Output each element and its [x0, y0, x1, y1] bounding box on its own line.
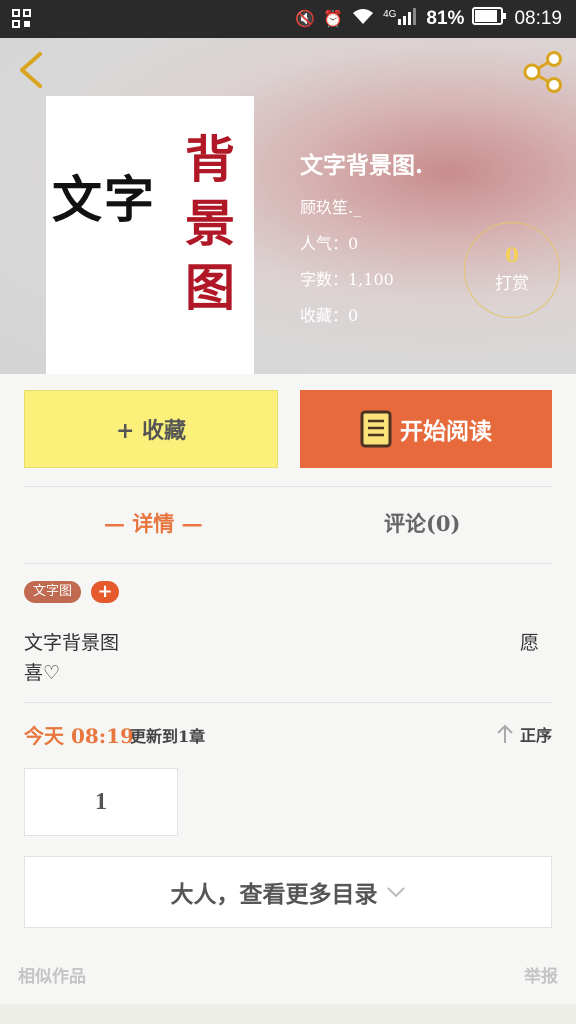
book-icon: [360, 410, 392, 448]
alarm-icon: ⏰: [323, 11, 344, 28]
status-bar: 🔇 ⏰ 4G 81% 08:19: [0, 0, 576, 38]
divider: [24, 702, 552, 703]
network-label: 4G: [383, 8, 397, 20]
arrow-up-icon: [497, 724, 513, 743]
wifi-icon: [351, 7, 375, 31]
chevron-left-icon: [20, 52, 42, 88]
battery-icon: [472, 7, 507, 31]
scan-icon: [12, 9, 32, 29]
description-right: 愿: [520, 632, 540, 654]
book-author[interactable]: 顾玖笙._: [300, 194, 423, 218]
tab-detail[interactable]: — 详情 —: [104, 508, 203, 538]
clock: 08:19: [514, 8, 562, 29]
book-title: 文字背景图.: [300, 152, 424, 179]
reward-count: 0: [505, 243, 519, 267]
signal-icon: [398, 7, 418, 31]
book-favorites: 收藏：0: [300, 306, 359, 325]
divider: [24, 486, 552, 487]
start-reading-button[interactable]: 开始阅读: [300, 390, 552, 468]
similar-works-heading: 相似作品: [18, 967, 86, 987]
book-popularity: 人气：0: [300, 234, 359, 253]
battery-percent: 81%: [426, 8, 465, 29]
more-catalog-button[interactable]: 大人，查看更多目录: [24, 856, 552, 928]
share-icon: [523, 51, 562, 93]
more-catalog-label: 大人，查看更多目录: [170, 881, 378, 908]
tab-comment[interactable]: 评论(0): [384, 508, 460, 538]
chapter-item[interactable]: 1: [24, 768, 178, 836]
back-button[interactable]: [14, 50, 50, 90]
book-cover[interactable]: 文字 背景图: [46, 96, 254, 374]
mute-icon: 🔇: [295, 11, 316, 28]
add-favorite-label: + 收藏: [115, 418, 187, 444]
share-button[interactable]: [520, 50, 566, 94]
add-favorite-button[interactable]: + 收藏: [24, 390, 278, 468]
update-time: 今天 08:19: [24, 724, 135, 748]
sort-order-button[interactable]: 正序: [496, 722, 552, 746]
book-description: 文字背景图 喜♡: [24, 628, 119, 688]
tag-chip[interactable]: 文字图: [24, 581, 82, 603]
start-reading-label: 开始阅读: [400, 418, 492, 445]
book-word-count: 字数：1,100: [300, 270, 394, 289]
book-info: 文字背景图. 顾玖笙._ 人气：0 字数：1,100 收藏：0: [300, 146, 423, 338]
description-line: 喜♡: [24, 662, 61, 684]
add-tag-button[interactable]: +: [91, 581, 119, 603]
sort-order-label: 正序: [519, 726, 552, 745]
divider: [24, 563, 552, 564]
reward-button[interactable]: 0 打赏: [464, 222, 560, 318]
description-line: 文字背景图: [24, 632, 120, 654]
chevron-down-icon: [386, 887, 405, 898]
cover-text-black: 文字: [52, 171, 156, 229]
cover-text-red: 背景图: [185, 131, 235, 317]
book-header: 文字 背景图 文字背景图. 顾玖笙._ 人气：0 字数：1,100 收藏：0 0…: [0, 38, 576, 374]
report-button[interactable]: 举报: [524, 962, 558, 987]
bottom-strip: [0, 1004, 576, 1024]
reward-label: 打赏: [495, 274, 529, 294]
update-text: 更新到1章: [130, 727, 206, 746]
